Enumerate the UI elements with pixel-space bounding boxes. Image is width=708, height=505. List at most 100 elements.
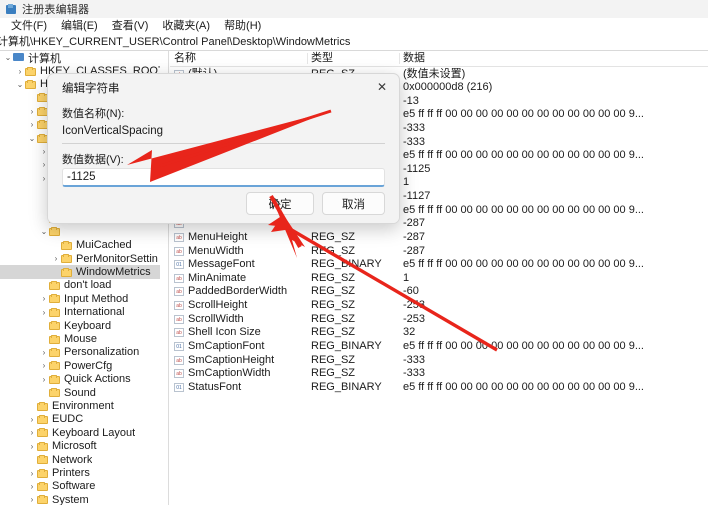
folder-icon bbox=[37, 482, 48, 491]
tree-item-permonitorsettin[interactable]: ›PerMonitorSettin bbox=[0, 252, 160, 265]
tree-item-label: Sound bbox=[64, 387, 96, 399]
chevron-right-icon[interactable]: › bbox=[51, 252, 61, 265]
table-row[interactable]: abMenuHeightREG_SZ-287 bbox=[170, 231, 708, 245]
menu-item-favorites[interactable]: 收藏夹(A) bbox=[156, 18, 216, 34]
folder-icon bbox=[61, 241, 72, 250]
menu-item-help[interactable]: 帮助(H) bbox=[218, 18, 267, 34]
table-row[interactable]: abPaddedBorderWidthREG_SZ-60 bbox=[170, 285, 708, 299]
tree-item-powercfg[interactable]: ›PowerCfg bbox=[0, 359, 160, 372]
chevron-right-icon[interactable]: › bbox=[39, 359, 49, 372]
tree-item-software[interactable]: ›Software bbox=[0, 480, 160, 493]
table-row[interactable]: 01SmCaptionFontREG_BINARYe5 ff ff ff 00 … bbox=[170, 340, 708, 354]
tree-item-[interactable]: ⌄计算机 bbox=[0, 51, 160, 64]
chevron-right-icon[interactable]: › bbox=[39, 346, 49, 359]
cell-type: REG_SZ bbox=[311, 299, 355, 313]
tree-item-label: International bbox=[64, 306, 125, 318]
string-value-icon: ab bbox=[174, 233, 184, 242]
list-header: 名称 类型 数据 bbox=[170, 51, 708, 67]
tree-item-don-t-load[interactable]: don't load bbox=[0, 279, 160, 292]
close-icon[interactable]: ✕ bbox=[365, 74, 399, 99]
chevron-down-icon[interactable]: ⌄ bbox=[39, 225, 49, 238]
table-row[interactable]: 01MessageFontREG_BINARYe5 ff ff ff 00 00… bbox=[170, 258, 708, 272]
chevron-down-icon[interactable]: ⌄ bbox=[15, 78, 25, 91]
chevron-right-icon[interactable]: › bbox=[27, 493, 37, 505]
cell-name: StatusFont bbox=[188, 381, 241, 395]
chevron-right-icon[interactable]: › bbox=[27, 480, 37, 493]
cell-name: ScrollWidth bbox=[188, 313, 244, 327]
chevron-down-icon[interactable]: ⌄ bbox=[27, 132, 37, 145]
chevron-right-icon[interactable]: › bbox=[39, 292, 49, 305]
cell-data: 32 bbox=[403, 326, 415, 340]
folder-icon bbox=[37, 495, 48, 504]
string-value-icon: ab bbox=[174, 328, 184, 337]
tree-item-microsoft[interactable]: ›Microsoft bbox=[0, 440, 160, 453]
chevron-right-icon[interactable]: › bbox=[27, 413, 37, 426]
value-data-input[interactable]: -1125 bbox=[62, 168, 385, 187]
cell-name: MinAnimate bbox=[188, 272, 246, 286]
tree-item-international[interactable]: › International bbox=[0, 306, 160, 319]
folder-icon bbox=[37, 442, 48, 451]
tree-item-personalization[interactable]: ›Personalization bbox=[0, 346, 160, 359]
cell-data: -287 bbox=[403, 231, 425, 245]
table-row[interactable]: abScrollHeightREG_SZ-253 bbox=[170, 299, 708, 313]
tree-item-label: Keyboard Layout bbox=[52, 427, 135, 439]
tree-item-label: Mouse bbox=[64, 333, 97, 345]
table-row[interactable]: abMinAnimateREG_SZ1 bbox=[170, 272, 708, 286]
tree-item-quick-actions[interactable]: › Quick Actions bbox=[0, 373, 160, 386]
folder-icon bbox=[49, 348, 60, 357]
tree-item-label: Environment bbox=[52, 400, 114, 412]
header-divider[interactable] bbox=[399, 53, 400, 64]
tree-item-eudc[interactable]: › EUDC bbox=[0, 413, 160, 426]
column-header-data[interactable]: 数据 bbox=[403, 51, 425, 66]
chevron-right-icon[interactable]: › bbox=[15, 65, 25, 78]
tree-item-keyboard-layout[interactable]: › Keyboard Layout bbox=[0, 426, 160, 439]
chevron-placeholder-icon bbox=[39, 386, 49, 399]
tree-item-label: EUDC bbox=[52, 413, 83, 425]
tree-item[interactable]: ⌄ bbox=[0, 225, 160, 238]
menu-item-edit[interactable]: 编辑(E) bbox=[55, 18, 104, 34]
tree-item-network[interactable]: Network bbox=[0, 453, 160, 466]
chevron-right-icon[interactable]: › bbox=[39, 306, 49, 319]
tree-item-label: MuiCached bbox=[76, 239, 132, 251]
header-divider[interactable] bbox=[307, 53, 308, 64]
tree-item-label: Quick Actions bbox=[64, 373, 131, 385]
cell-data: -253 bbox=[403, 313, 425, 327]
binary-value-icon: 01 bbox=[174, 383, 184, 392]
menu-item-view[interactable]: 查看(V) bbox=[106, 18, 155, 34]
address-bar[interactable]: 计算机\HKEY_CURRENT_USER\Control Panel\Desk… bbox=[0, 34, 708, 50]
table-row[interactable]: abSmCaptionWidthREG_SZ-333 bbox=[170, 367, 708, 381]
table-row[interactable]: 01StatusFontREG_BINARYe5 ff ff ff 00 00 … bbox=[170, 381, 708, 395]
tree-item-input-method[interactable]: ›Input Method bbox=[0, 292, 160, 305]
table-row[interactable]: abShell Icon SizeREG_SZ32 bbox=[170, 326, 708, 340]
chevron-right-icon[interactable]: › bbox=[27, 440, 37, 453]
column-header-type[interactable]: 类型 bbox=[311, 51, 333, 66]
tree-item-sound[interactable]: Sound bbox=[0, 386, 160, 399]
tree-item-keyboard[interactable]: Keyboard bbox=[0, 319, 160, 332]
tree-item-mouse[interactable]: Mouse bbox=[0, 332, 160, 345]
chevron-right-icon[interactable]: › bbox=[39, 373, 49, 386]
chevron-right-icon[interactable]: › bbox=[27, 426, 37, 439]
chevron-right-icon[interactable]: › bbox=[27, 467, 37, 480]
tree-item-system[interactable]: ›System bbox=[0, 493, 160, 505]
table-row[interactable]: abSmCaptionHeightREG_SZ-333 bbox=[170, 354, 708, 368]
menu-item-file[interactable]: 文件(F) bbox=[5, 18, 53, 34]
tree-item-windowmetrics[interactable]: WindowMetrics bbox=[0, 265, 160, 278]
column-header-name[interactable]: 名称 bbox=[174, 51, 196, 66]
folder-icon bbox=[25, 67, 36, 76]
edit-string-dialog[interactable]: 编辑字符串 ✕ 数值名称(N): IconVerticalSpacing 数值数… bbox=[47, 73, 400, 224]
folder-icon bbox=[49, 227, 60, 236]
chevron-right-icon[interactable]: › bbox=[27, 105, 37, 118]
cell-name: MessageFont bbox=[188, 258, 255, 272]
table-row[interactable]: abScrollWidthREG_SZ-253 bbox=[170, 313, 708, 327]
chevron-right-icon[interactable]: › bbox=[27, 118, 37, 131]
string-value-icon: ab bbox=[174, 315, 184, 324]
table-row[interactable]: abMenuWidthREG_SZ-287 bbox=[170, 245, 708, 259]
tree-item-muicached[interactable]: MuiCached bbox=[0, 239, 160, 252]
tree-item-printers[interactable]: ›Printers bbox=[0, 466, 160, 479]
cell-type: REG_SZ bbox=[311, 231, 355, 245]
folder-icon bbox=[49, 335, 60, 344]
chevron-placeholder-icon bbox=[39, 319, 49, 332]
tree-item-environment[interactable]: Environment bbox=[0, 399, 160, 412]
chevron-down-icon[interactable]: ⌄ bbox=[3, 51, 13, 64]
cancel-button[interactable]: 取消 bbox=[322, 192, 385, 215]
